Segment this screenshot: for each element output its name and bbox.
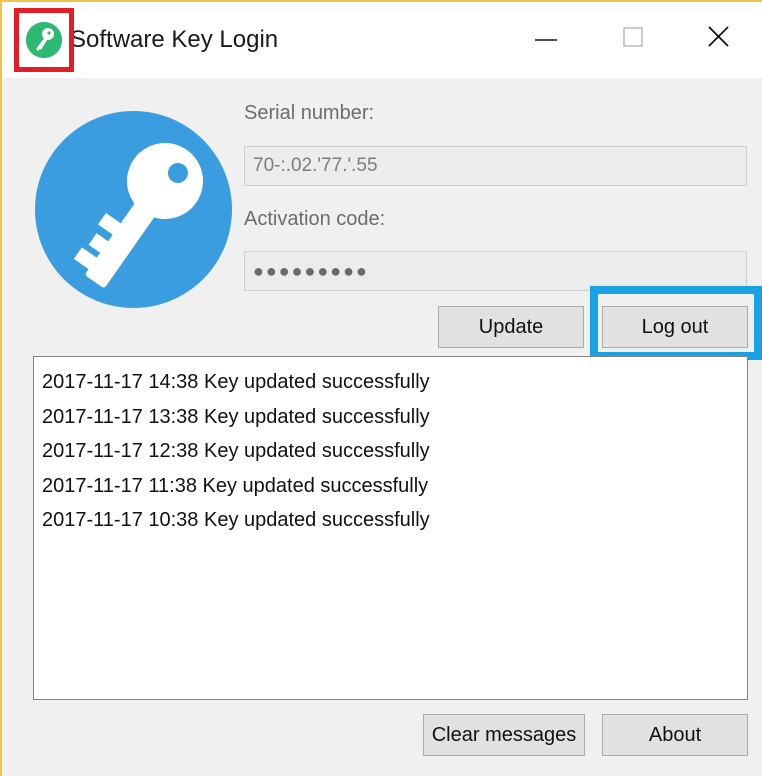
list-item: 2017-11-17 14:38 Key updated successfull… — [42, 371, 430, 393]
minimize-button[interactable] — [519, 12, 575, 64]
close-icon — [708, 26, 729, 47]
minimize-icon — [535, 39, 557, 41]
close-button[interactable] — [690, 12, 746, 64]
list-item: 2017-11-17 12:38 Key updated successfull… — [42, 440, 430, 462]
maximize-icon — [623, 27, 643, 47]
activation-code-field[interactable]: ●●●●●●●●● — [244, 251, 747, 291]
log-out-highlight — [590, 286, 762, 360]
software-key-login-window: Software Key Login Serial number: 70-:.0… — [0, 0, 762, 776]
serial-number-field[interactable] — [244, 146, 747, 186]
about-button[interactable]: About — [602, 714, 748, 756]
title-bar[interactable]: Software Key Login — [2, 2, 762, 78]
app-icon-highlight — [14, 8, 74, 72]
key-icon — [35, 111, 232, 308]
messages-list[interactable]: 2017-11-17 14:38 Key updated successfull… — [33, 356, 748, 700]
update-button[interactable]: Update — [438, 306, 584, 348]
window-title: Software Key Login — [68, 24, 279, 56]
list-item: 2017-11-17 11:38 Key updated successfull… — [42, 474, 429, 497]
list-item: 2017-11-17 13:38 Key updated successfull… — [42, 405, 430, 428]
list-item: 2017-11-17 10:38 Key updated successfull… — [42, 509, 430, 531]
activation-code-value: ●●●●●●●●● — [253, 261, 369, 281]
serial-number-label: Serial number: — [244, 102, 375, 124]
maximize-button[interactable] — [604, 12, 660, 64]
activation-code-label: Activation code: — [244, 208, 386, 230]
clear-messages-button[interactable]: Clear messages — [423, 714, 585, 756]
